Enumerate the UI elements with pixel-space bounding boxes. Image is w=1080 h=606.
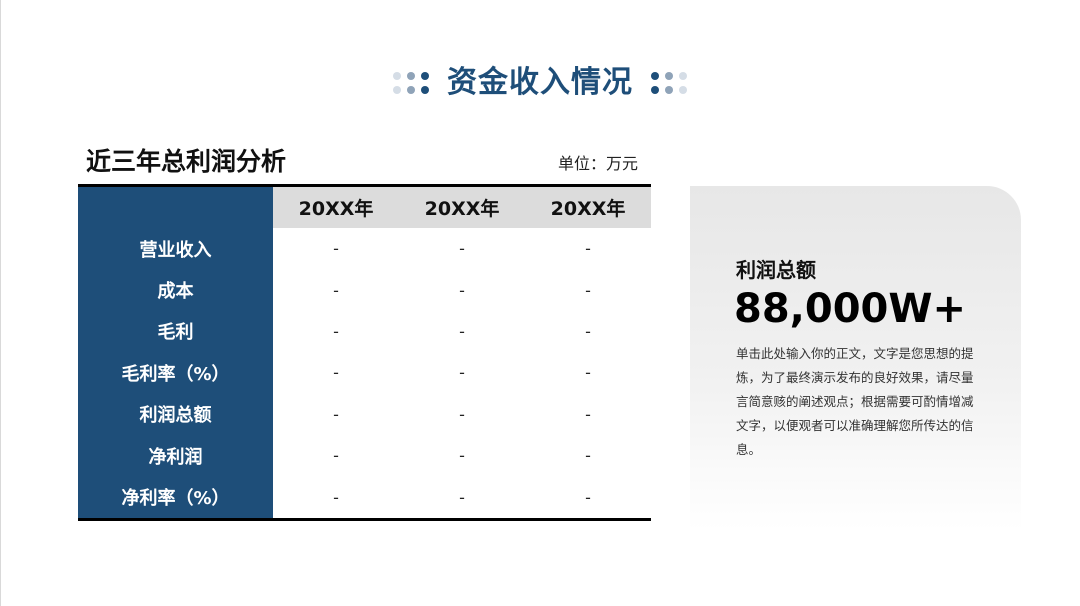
table-corner-cell bbox=[78, 187, 273, 228]
table-cell: - bbox=[459, 487, 465, 507]
summary-description[interactable]: 单击此处输入你的正文，文字是您思想的提炼，为了最终演示发布的良好效果，请尽量言简… bbox=[736, 342, 982, 462]
column-header: 20XX年 bbox=[399, 187, 525, 228]
table-cell: - bbox=[333, 446, 339, 466]
table-row: 净利率（%） - - - bbox=[78, 476, 651, 518]
decor-dots-left bbox=[393, 72, 429, 94]
table-row: 营业收入 - - - bbox=[78, 228, 651, 270]
table-cell: - bbox=[585, 280, 591, 300]
table-cell: - bbox=[333, 487, 339, 507]
row-label: 净利率（%） bbox=[78, 476, 273, 518]
row-label: 成本 bbox=[78, 269, 273, 311]
table-cell: - bbox=[333, 280, 339, 300]
column-header: 20XX年 bbox=[525, 187, 651, 228]
row-label: 利润总额 bbox=[78, 393, 273, 435]
table-cell: - bbox=[459, 404, 465, 424]
table-cell: - bbox=[333, 239, 339, 259]
table-cell: - bbox=[333, 321, 339, 341]
table-row: 利润总额 - - - bbox=[78, 393, 651, 435]
table-cell: - bbox=[459, 239, 465, 259]
table-row: 净利润 - - - bbox=[78, 434, 651, 477]
table-cell: - bbox=[585, 487, 591, 507]
table-row: 毛利 - - - bbox=[78, 310, 651, 353]
row-label: 毛利率（%） bbox=[78, 352, 273, 394]
table-header-row: 20XX年 20XX年 20XX年 bbox=[78, 187, 651, 228]
table-cell: - bbox=[585, 239, 591, 259]
page-title: 资金收入情况 bbox=[447, 65, 633, 100]
table-cell: - bbox=[459, 446, 465, 466]
profit-table: 20XX年 20XX年 20XX年 营业收入 - - - 成本 - - - 毛利… bbox=[78, 184, 651, 521]
table-row: 毛利率（%） - - - bbox=[78, 352, 651, 394]
row-label: 毛利 bbox=[78, 310, 273, 353]
table-cell: - bbox=[585, 404, 591, 424]
table-cell: - bbox=[585, 321, 591, 341]
summary-value: 88,000W+ bbox=[734, 286, 966, 332]
decor-dots-right bbox=[651, 72, 687, 94]
column-header: 20XX年 bbox=[273, 187, 399, 228]
summary-card: 利润总额 88,000W+ 单击此处输入你的正文，文字是您思想的提炼，为了最终演… bbox=[690, 186, 1021, 530]
table-title: 近三年总利润分析 bbox=[86, 147, 287, 176]
row-label: 净利润 bbox=[78, 434, 273, 477]
unit-label: 单位：万元 bbox=[558, 154, 639, 173]
summary-label: 利润总额 bbox=[736, 258, 816, 282]
table-cell: - bbox=[459, 321, 465, 341]
table-row: 成本 - - - bbox=[78, 269, 651, 311]
table-cell: - bbox=[585, 446, 591, 466]
row-label: 营业收入 bbox=[78, 228, 273, 270]
table-cell: - bbox=[333, 363, 339, 383]
page-title-bar: 资金收入情况 bbox=[0, 62, 1080, 104]
table-cell: - bbox=[459, 363, 465, 383]
table-cell: - bbox=[333, 404, 339, 424]
table-cell: - bbox=[585, 363, 591, 383]
table-cell: - bbox=[459, 280, 465, 300]
